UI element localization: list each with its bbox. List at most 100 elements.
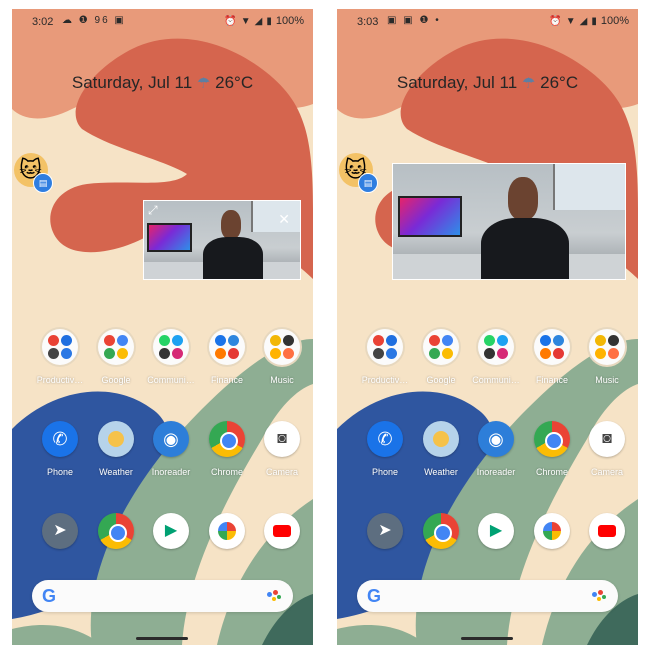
folder-google[interactable]: Google: [88, 329, 144, 395]
app-inoreader[interactable]: ◉ Inoreader: [468, 421, 524, 487]
folder-music[interactable]: Music: [579, 329, 635, 395]
app-camera[interactable]: ◙ Camera: [254, 421, 310, 487]
camera-icon: ◙: [589, 421, 625, 457]
phone-screen-right: 3:03 ▣ ▣ ❶ • ⏰ ▼ ◢ ▮ 100% Saturday, Jul …: [337, 9, 638, 645]
weather-icon: ☂: [521, 75, 536, 92]
at-a-glance-widget[interactable]: Saturday, Jul 11 ☂ 26°C: [12, 73, 313, 93]
picture-in-picture-window[interactable]: ⤢ ✕: [143, 200, 301, 280]
app-camera[interactable]: ◙ Camera: [579, 421, 635, 487]
folder-productivity[interactable]: Productiv…: [357, 329, 413, 395]
video-person-body: [203, 237, 263, 279]
app-weather[interactable]: Weather: [413, 421, 469, 487]
app-weather[interactable]: Weather: [88, 421, 144, 487]
video-monitor: [147, 222, 192, 252]
dock-youtube[interactable]: [254, 513, 310, 579]
app-phone[interactable]: ✆ Phone: [32, 421, 88, 487]
telegram-icon: ➤: [42, 513, 78, 549]
system-icons: ⏰ ▼ ◢ ▮ 100%: [549, 15, 629, 27]
glance-date[interactable]: Saturday, Jul 11: [397, 73, 517, 92]
folder-communication[interactable]: Communi…: [143, 329, 199, 395]
notification-icons: ☁ ❶ 96 ▣: [62, 15, 126, 26]
signal-icon: ◢: [579, 15, 588, 27]
at-a-glance-widget[interactable]: Saturday, Jul 11 ☂ 26°C: [337, 73, 638, 93]
wifi-icon: ▼: [565, 15, 576, 27]
folder-icon: [534, 329, 570, 365]
youtube-icon: [589, 513, 625, 549]
dock-play-store[interactable]: ▶: [468, 513, 524, 579]
google-search-bar[interactable]: G: [357, 580, 618, 612]
conversation-bubble[interactable]: 🐱 ▤: [12, 151, 53, 193]
phone-screen-left: 3:02 ☁ ❶ 96 ▣ ⏰ ▼ ◢ ▮ 100% Saturday, Jul…: [12, 9, 313, 645]
folder-row: Productiv… Google Communi… Finance Music: [12, 329, 313, 395]
app-inoreader[interactable]: ◉ Inoreader: [143, 421, 199, 487]
app-row: ✆ Phone Weather ◉ Inoreader Chrome ◙ Camera: [12, 421, 313, 487]
video-monitor: [397, 196, 462, 237]
conversation-bubble[interactable]: 🐱 ▤: [337, 151, 378, 193]
inoreader-icon: ◉: [478, 421, 514, 457]
chrome-icon: [209, 421, 245, 457]
fullscreen-icon[interactable]: ⤢: [148, 203, 158, 218]
folder-label: Music: [270, 375, 294, 385]
folder-row: Productiv… Google Communi… Finance Music: [337, 329, 638, 395]
phone-icon: ✆: [42, 421, 78, 457]
folder-icon: [209, 329, 245, 365]
google-search-bar[interactable]: G: [32, 580, 293, 612]
messages-badge-icon: ▤: [358, 173, 378, 193]
photos-icon: [209, 513, 245, 549]
telegram-icon: ➤: [367, 513, 403, 549]
folder-finance[interactable]: Finance: [199, 329, 255, 395]
dock-row: ➤ ▶: [12, 513, 313, 579]
glance-temp[interactable]: 26°C: [540, 73, 578, 92]
dock-row: ➤ ▶: [337, 513, 638, 579]
chrome-icon: [534, 421, 570, 457]
chrome-icon: [98, 513, 134, 549]
gesture-nav-handle[interactable]: [136, 637, 188, 640]
video-person-head: [507, 177, 538, 220]
picture-in-picture-window[interactable]: [392, 163, 626, 280]
dock-telegram[interactable]: ➤: [357, 513, 413, 579]
battery-icon: ▮: [591, 15, 597, 27]
dock-youtube[interactable]: [579, 513, 635, 579]
status-bar: 3:03 ▣ ▣ ❶ • ⏰ ▼ ◢ ▮ 100%: [337, 9, 638, 35]
dock-telegram[interactable]: ➤: [32, 513, 88, 579]
folder-productivity[interactable]: Productiv…: [32, 329, 88, 395]
messages-badge-icon: ▤: [33, 173, 53, 193]
dock-photos[interactable]: [199, 513, 255, 579]
app-label: Camera: [265, 467, 298, 477]
folder-finance[interactable]: Finance: [524, 329, 580, 395]
app-chrome[interactable]: Chrome: [199, 421, 255, 487]
dock-photos[interactable]: [524, 513, 580, 579]
battery-icon: ▮: [266, 15, 272, 27]
glance-date[interactable]: Saturday, Jul 11: [72, 73, 192, 92]
dock-chrome[interactable]: [413, 513, 469, 579]
battery-percent: 100%: [275, 15, 304, 27]
phone-icon: ✆: [367, 421, 403, 457]
inoreader-icon: ◉: [153, 421, 189, 457]
signal-icon: ◢: [254, 15, 263, 27]
folder-label: Music: [595, 375, 619, 385]
folder-google[interactable]: Google: [413, 329, 469, 395]
chrome-icon: [423, 513, 459, 549]
close-icon[interactable]: ✕: [278, 211, 290, 228]
glance-temp[interactable]: 26°C: [215, 73, 253, 92]
folder-icon: [423, 329, 459, 365]
status-time: 3:03: [357, 16, 379, 28]
folder-communication[interactable]: Communi…: [468, 329, 524, 395]
dock-chrome[interactable]: [88, 513, 144, 579]
app-chrome[interactable]: Chrome: [524, 421, 580, 487]
system-icons: ⏰ ▼ ◢ ▮ 100%: [224, 15, 304, 27]
folder-icon: [367, 329, 403, 365]
video-person-body: [481, 217, 570, 279]
weather-icon: ☂: [196, 75, 211, 92]
assistant-icon[interactable]: [267, 590, 281, 602]
battery-percent: 100%: [600, 15, 629, 27]
google-logo-icon: G: [42, 586, 57, 606]
assistant-icon[interactable]: [592, 590, 606, 602]
app-phone[interactable]: ✆ Phone: [357, 421, 413, 487]
folder-music[interactable]: Music: [254, 329, 310, 395]
folder-icon: [42, 329, 78, 365]
gesture-nav-handle[interactable]: [461, 637, 513, 640]
dock-play-store[interactable]: ▶: [143, 513, 199, 579]
status-bar: 3:02 ☁ ❶ 96 ▣ ⏰ ▼ ◢ ▮ 100%: [12, 9, 313, 35]
video-person: [203, 207, 263, 279]
